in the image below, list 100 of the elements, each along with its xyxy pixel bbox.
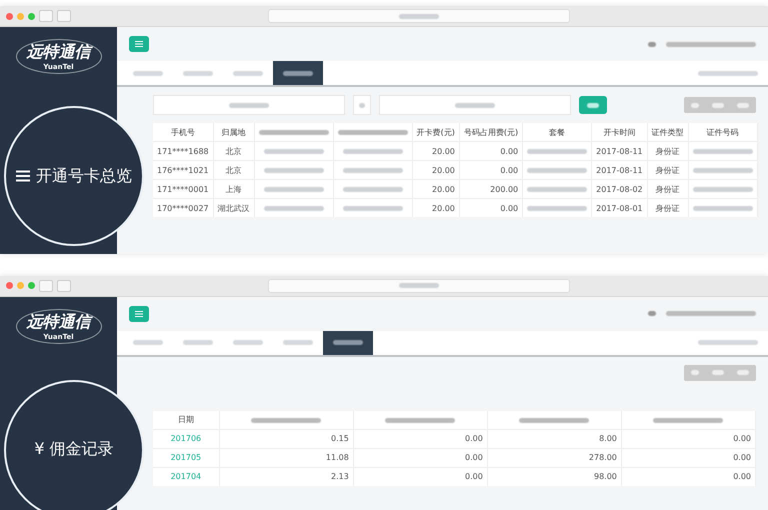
table-cell: 20.00	[412, 142, 460, 160]
blurred-text	[251, 418, 322, 423]
menu-toggle-button[interactable]	[129, 36, 149, 52]
column-header: 日期	[153, 410, 220, 430]
blurred-text	[527, 168, 588, 173]
blurred-text	[519, 418, 590, 423]
table-cell: 20.00	[412, 180, 460, 198]
search-button[interactable]	[579, 96, 607, 114]
zoom-icon[interactable]	[28, 282, 35, 290]
column-header: 证件类型	[647, 123, 688, 142]
table-cell: 身份证	[647, 180, 688, 198]
tab[interactable]	[323, 330, 373, 355]
zoom-icon[interactable]	[28, 12, 35, 20]
table-cell: 湖北武汉	[213, 198, 254, 217]
table-cell: 0.00	[353, 467, 488, 486]
table-cell: 2017-08-11	[592, 160, 648, 180]
table-cell: 2017-08-01	[592, 198, 648, 217]
table-cell: 北京	[213, 142, 254, 160]
blurred-text	[527, 148, 588, 154]
table-cell: 0.00	[621, 448, 756, 468]
menu-label: 开通号卡总览	[36, 166, 132, 186]
address-bar[interactable]	[268, 9, 570, 23]
table-cell: 0.00	[353, 429, 488, 448]
close-icon[interactable]	[6, 12, 13, 20]
blurred-text	[264, 148, 324, 154]
table-cell: 8.00	[487, 429, 622, 448]
table-cell: 身份证	[647, 198, 688, 217]
table-cell: 0.00	[353, 448, 488, 468]
menu-toggle-button[interactable]	[129, 306, 149, 322]
blurred-text	[342, 168, 403, 173]
column-header: 手机号	[153, 123, 214, 142]
close-icon[interactable]	[6, 282, 13, 290]
blurred-text	[264, 168, 324, 173]
minimize-icon[interactable]	[17, 12, 24, 20]
table-cell: 0.00	[621, 467, 756, 486]
table-cell: 上海	[213, 180, 254, 198]
back-button[interactable]	[39, 10, 53, 22]
table-cell: 11.08	[219, 448, 354, 468]
table-cell: 20.00	[412, 198, 460, 217]
table-cell: 176****1021	[153, 160, 214, 180]
minimize-icon[interactable]	[17, 282, 24, 290]
table-toolbar[interactable]	[684, 97, 756, 113]
blurred-text	[398, 283, 438, 288]
date-field[interactable]	[153, 95, 345, 115]
blurred-text	[692, 186, 753, 192]
table-toolbar[interactable]	[684, 364, 756, 381]
column-header: 套餐	[522, 123, 592, 142]
table-cell: 278.00	[487, 448, 622, 468]
blurred-text	[264, 186, 324, 192]
table-cell: 170****0027	[153, 198, 214, 217]
column-header: 号码占用费(元)	[459, 123, 523, 142]
blurred-text	[264, 206, 324, 211]
column-header: 归属地	[213, 123, 254, 142]
blurred-text	[692, 148, 753, 154]
menu-icon	[135, 310, 143, 317]
range-label	[353, 95, 371, 115]
column-header: 开卡时间	[592, 123, 648, 142]
table-cell: 0.00	[459, 198, 523, 217]
table-cell: 0.00	[459, 160, 523, 180]
address-bar[interactable]	[268, 278, 570, 293]
table-cell: 0.15	[219, 429, 354, 448]
table-cell: 2017-08-11	[592, 142, 648, 160]
blurred-text	[338, 130, 408, 135]
blurred-text	[385, 418, 456, 423]
date-link[interactable]: 201704	[153, 467, 220, 486]
menu-label: ¥ 佣金记录	[34, 439, 114, 460]
table-cell: 身份证	[647, 142, 688, 160]
table-cell: 171****0001	[153, 180, 214, 198]
blurred-text	[692, 206, 753, 211]
table-cell: 98.00	[487, 467, 622, 486]
table-cell: 身份证	[647, 160, 688, 180]
forward-button[interactable]	[57, 10, 71, 22]
blurred-text	[342, 148, 403, 154]
table-cell: 20.00	[412, 160, 460, 180]
table-cell: 北京	[213, 160, 254, 180]
list-icon	[16, 170, 30, 182]
blurred-text	[342, 186, 403, 192]
date-field[interactable]	[379, 95, 571, 115]
blurred-text	[258, 130, 329, 135]
date-link[interactable]: 201706	[153, 429, 220, 448]
menu-icon	[135, 41, 143, 47]
blurred-text	[398, 14, 438, 18]
table-cell: 0.00	[459, 142, 523, 160]
table-cell: 2017-08-02	[592, 180, 648, 198]
table-cell: 171****1688	[153, 142, 214, 160]
forward-button[interactable]	[57, 280, 71, 292]
blurred-text	[692, 168, 753, 173]
column-header: 证件号码	[688, 123, 758, 142]
blurred-text	[527, 186, 588, 192]
table-cell: 200.00	[459, 180, 523, 198]
table-cell: 0.00	[621, 429, 756, 448]
blurred-text	[648, 311, 656, 316]
back-button[interactable]	[39, 280, 53, 292]
blurred-text	[527, 206, 588, 211]
table-cell: 2.13	[219, 467, 354, 486]
blurred-text	[648, 42, 656, 46]
blurred-text	[342, 206, 403, 211]
blurred-text	[653, 418, 724, 423]
date-link[interactable]: 201705	[153, 448, 220, 468]
column-header: 开卡费(元)	[412, 123, 460, 142]
